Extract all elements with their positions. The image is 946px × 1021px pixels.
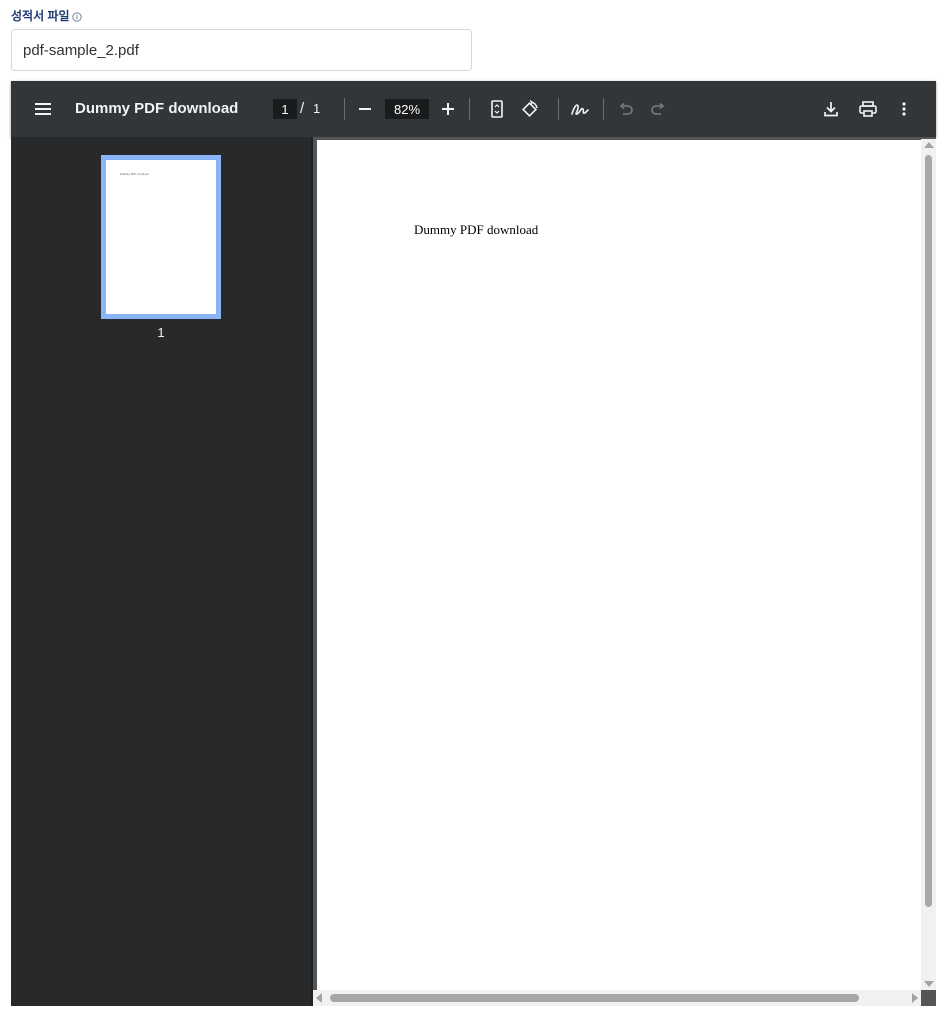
thumbnail-page: Dummy PDF download bbox=[106, 160, 216, 314]
fit-page-icon[interactable] bbox=[483, 95, 511, 123]
scroll-up-arrow[interactable] bbox=[924, 142, 934, 148]
info-circle-icon[interactable] bbox=[71, 11, 82, 22]
horizontal-scroll-thumb[interactable] bbox=[330, 994, 859, 1002]
field-label-text: 성적서 파일 bbox=[11, 9, 70, 23]
thumbnail-sidebar: Dummy PDF download 1 bbox=[11, 137, 311, 1006]
page-thumbnail[interactable]: Dummy PDF download bbox=[101, 155, 221, 319]
undo-icon[interactable] bbox=[612, 95, 640, 123]
toolbar-divider bbox=[603, 98, 604, 120]
scroll-down-arrow[interactable] bbox=[924, 981, 934, 987]
file-name-field[interactable]: pdf-sample_2.pdf bbox=[11, 29, 472, 71]
toolbar-divider bbox=[469, 98, 470, 120]
plus-icon[interactable] bbox=[434, 95, 462, 123]
viewer-toolbar: Dummy PDF download 1 / 1 82% bbox=[11, 81, 936, 137]
draw-icon[interactable] bbox=[566, 95, 594, 123]
toolbar-divider bbox=[344, 98, 345, 120]
document-title: Dummy PDF download bbox=[75, 100, 239, 117]
minus-icon[interactable] bbox=[351, 95, 379, 123]
pdf-viewer: Dummy PDF download 1 / 1 82% Dummy PDF d… bbox=[11, 81, 936, 1006]
rotate-icon[interactable] bbox=[516, 95, 544, 123]
download-icon[interactable] bbox=[817, 95, 845, 123]
toolbar-divider bbox=[558, 98, 559, 120]
page-separator: / bbox=[300, 100, 305, 117]
page-total: 1 bbox=[313, 101, 321, 116]
file-name-value: pdf-sample_2.pdf bbox=[23, 41, 139, 59]
zoom-level-input[interactable]: 82% bbox=[385, 99, 429, 119]
document-view: Dummy PDF download bbox=[313, 137, 936, 1006]
vertical-scrollbar[interactable] bbox=[921, 139, 936, 990]
vertical-scroll-thumb[interactable] bbox=[925, 155, 932, 907]
print-icon[interactable] bbox=[854, 95, 882, 123]
page-number-input[interactable]: 1 bbox=[273, 99, 297, 119]
field-label: 성적서 파일 bbox=[11, 7, 82, 24]
pdf-page-text: Dummy PDF download bbox=[414, 222, 539, 237]
scroll-right-arrow[interactable] bbox=[912, 993, 918, 1003]
thumbnail-page-text: Dummy PDF download bbox=[120, 172, 149, 176]
scroll-left-arrow[interactable] bbox=[316, 993, 322, 1003]
pdf-page: Dummy PDF download bbox=[317, 140, 921, 993]
menu-icon[interactable] bbox=[29, 95, 57, 123]
horizontal-scrollbar[interactable] bbox=[313, 990, 921, 1006]
more-vert-icon[interactable] bbox=[890, 95, 918, 123]
redo-icon[interactable] bbox=[644, 95, 672, 123]
thumbnail-page-number: 1 bbox=[157, 325, 165, 340]
